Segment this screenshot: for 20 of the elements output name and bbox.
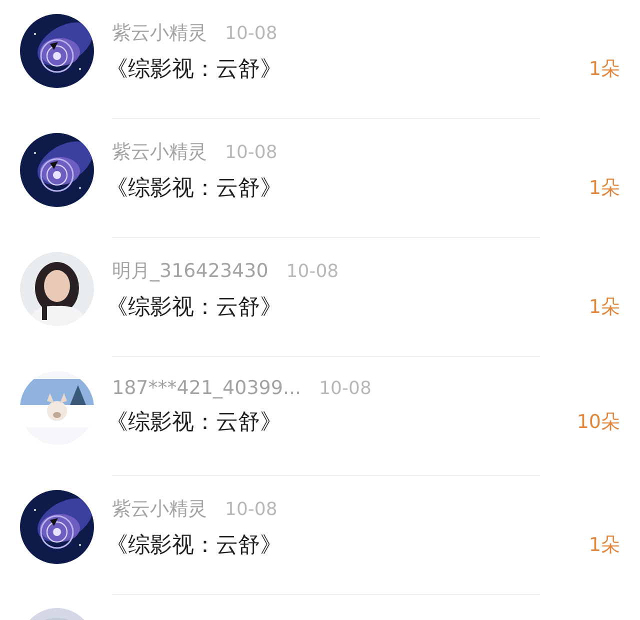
gift-date: 10-08 [286, 261, 339, 282]
gift-amount: 1朵 [588, 57, 620, 82]
work-title: 《综影视：云舒》 [106, 175, 282, 203]
gift-amount: 1朵 [588, 176, 620, 201]
work-title: 《综影视：云舒》 [106, 56, 282, 84]
user-name: 紫云小精灵 [112, 497, 207, 522]
work-title: 《综影视：云舒》 [106, 409, 282, 437]
gift-date: 10-08 [225, 23, 278, 44]
gift-date: 10-08 [225, 142, 278, 163]
gift-amount: 10朵 [576, 410, 620, 435]
gift-amount: 1朵 [588, 295, 620, 320]
user-name: 明月_316423430 [112, 259, 268, 284]
gift-date: 10-08 [225, 499, 278, 520]
user-name: 187***421_40399... [112, 377, 302, 399]
work-title: 《综影视：云舒》 [106, 294, 282, 322]
work-title: 《综影视：云舒》 [106, 532, 282, 560]
user-name: 紫云小精灵 [112, 140, 207, 165]
gift-amount: 1朵 [588, 533, 620, 558]
user-name: 紫云小精灵 [112, 21, 207, 46]
gift-date: 10-08 [319, 378, 372, 399]
